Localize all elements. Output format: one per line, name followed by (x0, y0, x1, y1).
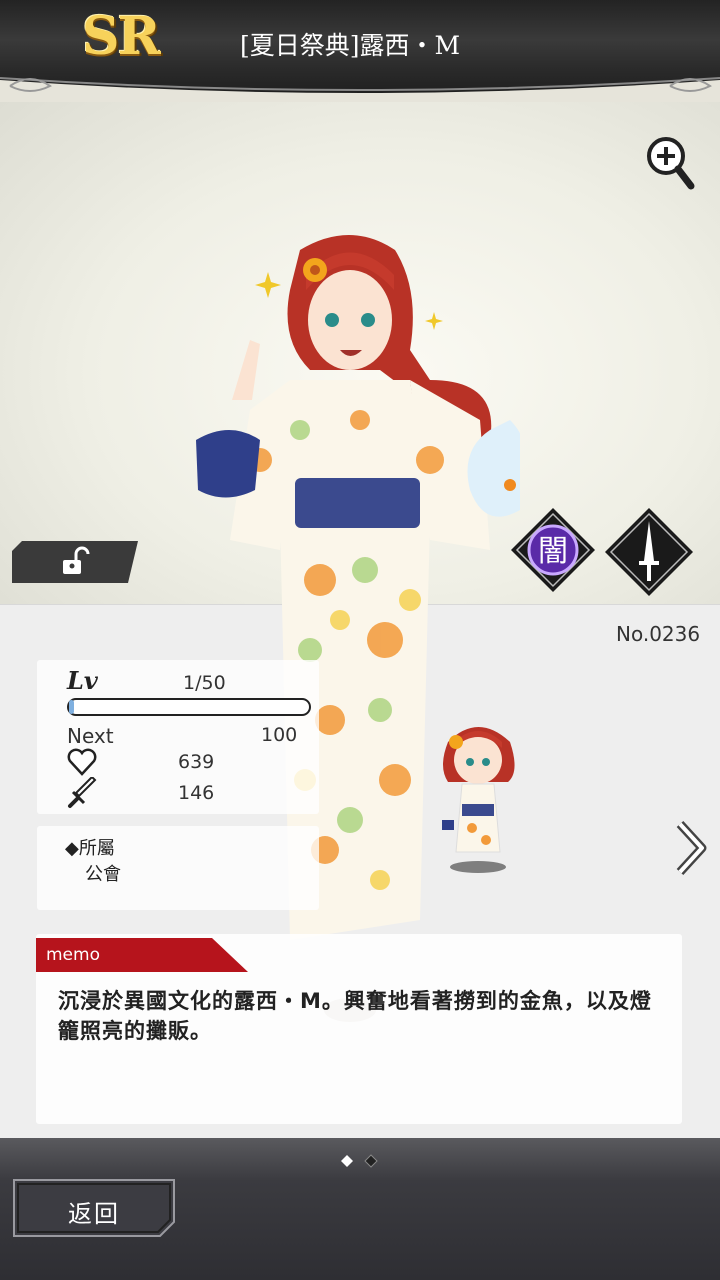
next-exp-value: 100 (261, 724, 298, 746)
attack-value: 146 (178, 782, 215, 804)
dark-attribute-icon: 闇 (511, 508, 595, 592)
stat-panel: Lv 1/50 Next 100 639 146 (37, 660, 319, 814)
card-title: [夏日祭典]露西・M (240, 31, 461, 60)
zoom-icon[interactable] (644, 134, 696, 192)
page-indicator (341, 1154, 378, 1168)
rarity-badge: SR (82, 6, 161, 67)
next-label: Next (67, 724, 114, 748)
memo-text: 沉浸於異國文化的露西・M。興奮地看著撈到的金魚，以及燈籠照亮的攤販。 (58, 989, 652, 1043)
attribute-label: 闇 (538, 534, 568, 569)
sword-icon (605, 508, 693, 596)
back-button-label: 返回 (68, 1200, 120, 1228)
next-card-arrow[interactable] (672, 818, 710, 878)
back-button[interactable]: 返回 (12, 1178, 176, 1238)
memo-panel: memo 沉浸於異國文化的露西・M。興奮地看著撈到的金魚，以及燈籠照亮的攤販。 (36, 934, 682, 1124)
memo-label: memo (46, 945, 100, 965)
level-value: 1/50 (183, 672, 226, 694)
card-number: No.0236 (616, 622, 701, 646)
header-bar: SR [夏日祭典]露西・M (0, 0, 720, 102)
exp-bar-fill (69, 700, 74, 714)
ornament-divider (0, 77, 720, 102)
heart-icon (67, 748, 97, 776)
affiliation-label: ◆所屬 (65, 838, 115, 859)
attack-sword-icon (68, 777, 97, 808)
affiliation-panel: ◆所屬 公會 (37, 826, 319, 910)
level-label: Lv (67, 666, 98, 695)
exp-bar (67, 698, 311, 716)
chibi-sprite (442, 727, 515, 873)
lock-toggle[interactable] (12, 541, 138, 583)
hp-value: 639 (178, 751, 215, 773)
affiliation-value: 公會 (85, 864, 121, 885)
